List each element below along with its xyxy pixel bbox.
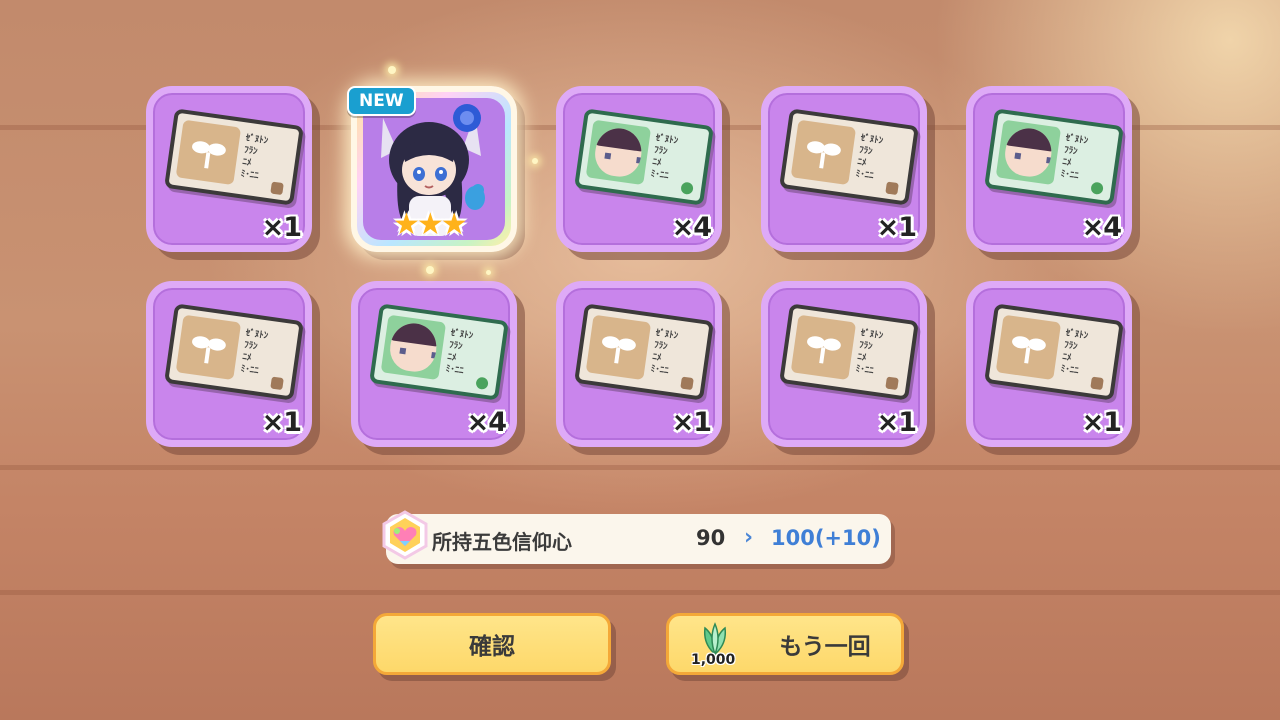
sprout-icon — [1012, 336, 1046, 364]
seed-ticket-icon: ｾﾞﾇﾄﾝ ﾌﾗﾝ ﾆﾒ ﾐ･ﾆﾆ — [779, 108, 919, 206]
reward-tile[interactable]: ｾﾞﾇﾄﾝ ﾌﾗﾝ ﾆﾒ ﾐ･ﾆﾆ ×4 — [966, 86, 1132, 252]
quantity-label: ×1 — [261, 407, 302, 438]
reward-grid: ｾﾞﾇﾄﾝ ﾌﾗﾝ ﾆﾒ ﾐ･ﾆﾆ ×1 NEW ★★★ ｾﾞﾇﾄﾝ ﾌﾗﾝ ﾆ… — [146, 86, 1132, 447]
sprout-icon — [602, 336, 636, 364]
rainbow-heart-icon — [382, 510, 428, 560]
character-face-icon — [387, 320, 440, 375]
crystal-leaf-icon — [703, 622, 727, 656]
quantity-label: ×4 — [466, 407, 507, 438]
sparkle-effect — [532, 158, 538, 164]
sprout-icon — [807, 141, 841, 169]
quantity-label: ×1 — [1081, 407, 1122, 438]
reward-tile[interactable]: ｾﾞﾇﾄﾝ ﾌﾗﾝ ﾆﾒ ﾐ･ﾆﾆ ×1 — [761, 86, 927, 252]
portrait-ticket-icon: ｾﾞﾇﾄﾝ ﾌﾗﾝ ﾆﾒ ﾐ･ﾆﾆ — [574, 108, 714, 206]
reward-tile[interactable]: ｾﾞﾇﾄﾝ ﾌﾗﾝ ﾆﾒ ﾐ･ﾆﾆ ×1 — [761, 281, 927, 447]
seed-ticket-icon: ｾﾞﾇﾄﾝ ﾌﾗﾝ ﾆﾒ ﾐ･ﾆﾆ — [164, 108, 304, 206]
portrait-ticket-icon: ｾﾞﾇﾄﾝ ﾌﾗﾝ ﾆﾒ ﾐ･ﾆﾆ — [369, 303, 509, 401]
quantity-label: ×1 — [261, 212, 302, 243]
cost-value: 1,000 — [691, 652, 736, 668]
portrait-ticket-icon: ｾﾞﾇﾄﾝ ﾌﾗﾝ ﾆﾒ ﾐ･ﾆﾆ — [984, 108, 1124, 206]
sparkle-effect — [388, 66, 396, 74]
sprout-icon — [192, 336, 226, 364]
sparkle-effect — [426, 266, 434, 274]
quantity-label: ×1 — [876, 212, 917, 243]
confirm-button[interactable]: 確認 — [373, 613, 611, 675]
confirm-button-label: 確認 — [469, 634, 515, 660]
new-badge: NEW — [347, 86, 416, 116]
seed-ticket-icon: ｾﾞﾇﾄﾝ ﾌﾗﾝ ﾆﾒ ﾐ･ﾆﾆ — [574, 303, 714, 401]
sparkle-effect — [486, 270, 491, 275]
reward-tile[interactable]: ｾﾞﾇﾄﾝ ﾌﾗﾝ ﾆﾒ ﾐ･ﾆﾆ ×1 — [966, 281, 1132, 447]
wood-plank-line — [0, 590, 1280, 595]
character-face-icon — [592, 125, 645, 180]
quantity-label: ×1 — [671, 407, 712, 438]
wood-plank-line — [0, 465, 1280, 470]
faith-old-value: 90 — [696, 526, 726, 550]
faith-status-bar: 所持五色信仰心 90 › 100(+10) — [382, 510, 891, 564]
draw-again-button[interactable]: 1,000 もう一回 — [666, 613, 904, 675]
sprout-icon — [807, 336, 841, 364]
seed-ticket-icon: ｾﾞﾇﾄﾝ ﾌﾗﾝ ﾆﾒ ﾐ･ﾆﾆ — [984, 303, 1124, 401]
faith-label: 所持五色信仰心 — [432, 530, 572, 554]
quantity-label: ×1 — [876, 407, 917, 438]
quantity-label: ×4 — [671, 212, 712, 243]
reward-tile[interactable]: ｾﾞﾇﾄﾝ ﾌﾗﾝ ﾆﾒ ﾐ･ﾆﾆ ×4 — [556, 86, 722, 252]
quantity-label: ×4 — [1081, 212, 1122, 243]
rarity-stars: ★★★ — [393, 207, 468, 242]
faith-new-value: 100(+10) — [771, 526, 881, 550]
seed-ticket-icon: ｾﾞﾇﾄﾝ ﾌﾗﾝ ﾆﾒ ﾐ･ﾆﾆ — [164, 303, 304, 401]
reward-tile[interactable]: ｾﾞﾇﾄﾝ ﾌﾗﾝ ﾆﾒ ﾐ･ﾆﾆ ×1 — [146, 281, 312, 447]
character-face-icon — [1002, 125, 1055, 180]
reward-tile[interactable]: ｾﾞﾇﾄﾝ ﾌﾗﾝ ﾆﾒ ﾐ･ﾆﾆ ×4 — [351, 281, 517, 447]
reward-tile-new-character[interactable]: NEW ★★★ — [347, 86, 517, 252]
draw-again-label: もう一回 — [779, 634, 871, 660]
sprout-icon — [192, 141, 226, 169]
chevron-right-icon: › — [744, 525, 754, 550]
cost-indicator: 1,000 — [689, 622, 737, 670]
seed-ticket-icon: ｾﾞﾇﾄﾝ ﾌﾗﾝ ﾆﾒ ﾐ･ﾆﾆ — [779, 303, 919, 401]
reward-tile[interactable]: ｾﾞﾇﾄﾝ ﾌﾗﾝ ﾆﾒ ﾐ･ﾆﾆ ×1 — [146, 86, 312, 252]
reward-tile[interactable]: ｾﾞﾇﾄﾝ ﾌﾗﾝ ﾆﾒ ﾐ･ﾆﾆ ×1 — [556, 281, 722, 447]
